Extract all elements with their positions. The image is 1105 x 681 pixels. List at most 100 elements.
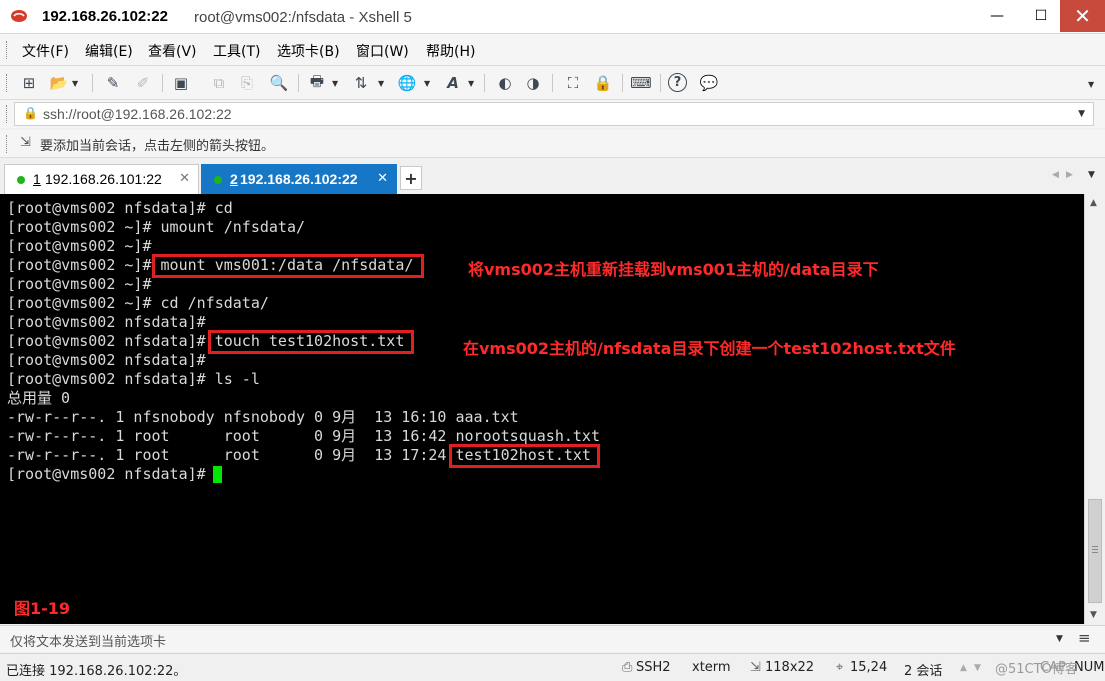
maximize-button[interactable]: ☐ — [1022, 0, 1060, 32]
add-session-arrow-icon[interactable]: ⇲ — [20, 135, 31, 150]
terminal-cursor — [213, 466, 222, 483]
menu-bar: 文件(F) 编辑(E) 查看(V) 工具(T) 选项卡(B) 窗口(W) 帮助(… — [0, 34, 1105, 66]
minimize-button[interactable]: — — [978, 0, 1016, 32]
session-count-status: 2 会话 — [904, 664, 943, 679]
scrollbar-thumb[interactable] — [1088, 499, 1102, 603]
window-title-host: 192.168.26.102:22 — [42, 8, 168, 25]
num-lock-status: NUM — [1074, 660, 1105, 675]
pen-disabled-icon: ✐ — [136, 74, 150, 92]
transfer-icon[interactable]: ⇅ — [350, 73, 372, 93]
font-icon[interactable]: A — [442, 73, 464, 93]
terminal-line: [root@vms002 ~]# — [7, 237, 152, 255]
toolbar-separator — [552, 74, 553, 92]
session-up-icon[interactable]: ▲ — [960, 663, 967, 673]
cursor-position-status: 15,24 — [850, 660, 888, 675]
address-dropdown-icon[interactable]: ▼ — [1078, 109, 1085, 119]
toolbar-grip[interactable] — [6, 74, 9, 92]
minimize-icon: — — [990, 8, 1004, 24]
menu-grip[interactable] — [6, 41, 9, 59]
terminal-size-status: 118x22 — [765, 660, 815, 675]
help-icon[interactable]: ? — [668, 73, 687, 92]
properties-icon[interactable]: ▣ — [170, 73, 192, 93]
compose-menu-icon[interactable]: ≡ — [1078, 629, 1091, 647]
globe-icon[interactable]: 🌐 — [396, 73, 418, 93]
terminal-scrollbar[interactable]: ▲ ▼ — [1084, 194, 1105, 624]
figure-label: 图1-19 — [14, 599, 71, 618]
connected-status-icon — [17, 176, 25, 184]
transfer-dropdown-icon[interactable]: ▼ — [378, 79, 384, 88]
menu-help[interactable]: 帮助(H) — [426, 41, 475, 61]
menu-view[interactable]: 查看(V) — [148, 41, 197, 61]
tab-scroll-left-icon[interactable]: ◀ — [1052, 170, 1059, 180]
hint-grip[interactable] — [6, 135, 9, 153]
toolbar-separator — [484, 74, 485, 92]
font-dropdown-icon[interactable]: ▼ — [468, 79, 474, 88]
keyboard-icon[interactable]: ⌨ — [630, 73, 652, 93]
status-bar: 已连接 192.168.26.102:22。 ⎙ SSH2 xterm ⇲ 11… — [0, 653, 1105, 681]
lock-icon[interactable]: 🔒 — [592, 73, 614, 93]
xftp-icon[interactable]: ◐ — [494, 73, 516, 93]
toolbar-overflow-icon[interactable]: ▼ — [1088, 80, 1094, 89]
new-session-icon[interactable]: ⊞ — [18, 73, 40, 93]
menu-file[interactable]: 文件(F) — [22, 41, 69, 61]
title-bar: 192.168.26.102:22 root@vms002:/nfsdata -… — [0, 0, 1105, 34]
tab-close-icon[interactable]: ✕ — [377, 171, 388, 186]
copy-icon: ⧉ — [213, 74, 225, 92]
connected-status-icon — [214, 176, 222, 184]
protocol-icon: ⎙ — [622, 660, 633, 675]
terminal[interactable]: [root@vms002 nfsdata]# cd [root@vms002 ~… — [0, 194, 1084, 624]
menu-edit[interactable]: 编辑(E) — [85, 41, 133, 61]
terminal-line: [root@vms002 ~]# — [7, 275, 152, 293]
new-tab-button[interactable]: + — [400, 166, 422, 190]
open-folder-icon[interactable]: 📂 — [48, 73, 70, 93]
size-icon: ⇲ — [750, 660, 761, 675]
address-bar: 🔒 ssh://root@192.168.26.102:22 ▼ — [0, 100, 1105, 128]
xshell-logo-icon — [11, 10, 27, 22]
tab-session-1[interactable]: 1 192.168.26.101:22 ✕ — [4, 164, 199, 194]
hint-text: 要添加当前会话，点击左侧的箭头按钮。 — [40, 139, 275, 154]
menu-window[interactable]: 窗口(W) — [356, 41, 409, 61]
find-icon[interactable]: 🔍 — [268, 73, 290, 93]
xmanager-icon[interactable]: ◑ — [522, 73, 544, 93]
mount-command-highlight — [152, 254, 424, 278]
open-dropdown-icon[interactable]: ▼ — [72, 79, 78, 88]
address-grip[interactable] — [6, 105, 9, 123]
address-value: ssh://root@192.168.26.102:22 — [43, 106, 232, 122]
terminal-line: [root@vms002 nfsdata]# cd — [7, 199, 233, 217]
terminal-line: [root@vms002 nfsdata]# — [7, 313, 206, 331]
print-dropdown-icon[interactable]: ▼ — [332, 79, 338, 88]
address-input[interactable]: 🔒 ssh://root@192.168.26.102:22 ▼ — [14, 102, 1094, 126]
tab-scroll-right-icon[interactable]: ▶ — [1066, 170, 1073, 180]
terminal-line: [root@vms002 ~]# umount /nfsdata/ — [7, 218, 306, 236]
maximize-icon: ☐ — [1034, 8, 1048, 24]
close-icon: ✕ — [1074, 4, 1091, 28]
menu-tabs[interactable]: 选项卡(B) — [277, 41, 340, 61]
compose-dropdown-icon[interactable]: ▼ — [1056, 634, 1063, 644]
tab-close-icon[interactable]: ✕ — [179, 171, 190, 186]
plus-icon: + — [404, 168, 418, 188]
menu-tools[interactable]: 工具(T) — [213, 41, 260, 61]
protocol-status: SSH2 — [636, 660, 671, 675]
touch-annotation: 在vms002主机的/nfsdata目录下创建一个test102host.txt… — [463, 339, 956, 358]
tab-number: 1 — [33, 171, 41, 187]
pen-icon[interactable]: ✎ — [102, 73, 124, 93]
tab-strip: 1 192.168.26.101:22 ✕ 2 192.168.26.102:2… — [0, 160, 1105, 194]
paste-icon: ⎘ — [240, 74, 253, 92]
tab-label: 192.168.26.101:22 — [45, 171, 162, 187]
scroll-down-icon[interactable]: ▼ — [1090, 610, 1097, 620]
tab-session-2[interactable]: 2 192.168.26.102:22 ✕ — [201, 164, 397, 194]
session-hint-bar: ⇲ 要添加当前会话，点击左侧的箭头按钮。 — [0, 130, 1105, 158]
print-icon[interactable]: 🖶 — [306, 72, 328, 93]
chat-icon[interactable]: 💬 — [698, 73, 720, 93]
terminal-line: [root@vms002 nfsdata]# ls -l — [7, 370, 260, 388]
compose-target-label[interactable]: 仅将文本发送到当前选项卡 — [10, 631, 166, 650]
toolbar-separator — [162, 74, 163, 92]
toolbar-separator — [660, 74, 661, 92]
globe-dropdown-icon[interactable]: ▼ — [424, 79, 430, 88]
tab-list-dropdown-icon[interactable]: ▼ — [1088, 170, 1095, 180]
compose-bar[interactable]: 仅将文本发送到当前选项卡 ▼ ≡ — [0, 625, 1105, 652]
session-down-icon[interactable]: ▼ — [974, 663, 981, 673]
close-button[interactable]: ✕ — [1060, 0, 1105, 32]
scroll-up-icon[interactable]: ▲ — [1090, 198, 1097, 208]
fullscreen-icon[interactable]: ⛶ — [562, 73, 584, 93]
